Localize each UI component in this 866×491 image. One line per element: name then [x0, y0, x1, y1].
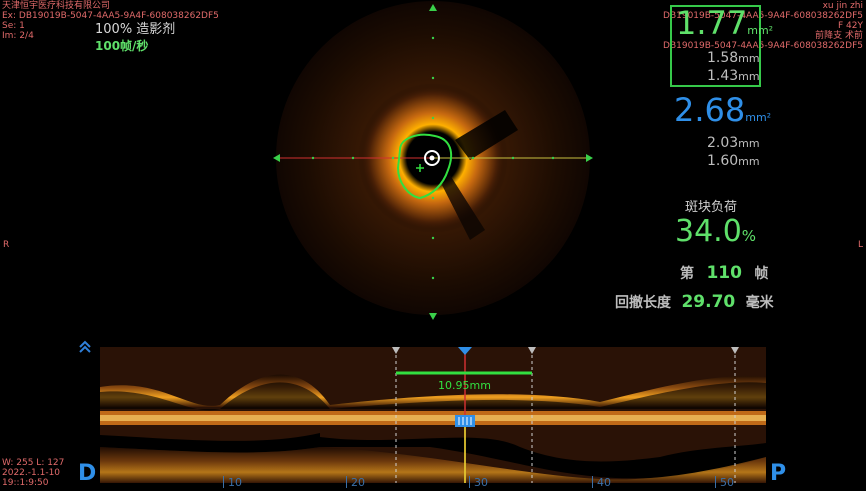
vessel-area: 2.68mm² [674, 94, 771, 126]
vessel-d1-unit: mm [738, 137, 760, 150]
scale-label-40: 40 [597, 476, 611, 489]
footer-info: W: 255 L: 127 2022.-1.1-10 19::1:9:50 [2, 458, 64, 488]
vessel-d2-value: 1.60 [707, 153, 739, 169]
pullback-length: 回撤长度 29.70 毫米 [615, 292, 774, 312]
scale-label-30: 30 [474, 476, 488, 489]
lumen-d2-unit: mm [738, 70, 760, 83]
scale-tick-50 [715, 476, 716, 488]
longitudinal-view[interactable]: 10.95mm [100, 340, 766, 490]
frame-prefix: 第 [680, 266, 694, 282]
cross-section-image[interactable] [260, 0, 610, 325]
orient-left: L [858, 240, 864, 250]
scale-tick-20 [346, 476, 347, 488]
vessel-area-unit: mm² [745, 111, 772, 124]
scale-tick-40 [592, 476, 593, 488]
plaque-burden: 34.0% [675, 216, 756, 248]
proximal-label: P [770, 461, 787, 486]
plaque-burden-value: 34.0 [675, 214, 742, 249]
pullback-value: 29.70 [681, 292, 736, 312]
catheter-center [429, 155, 435, 161]
scale-tick-30 [469, 476, 470, 488]
contrast-label: 100% 造影剂 [95, 22, 176, 37]
lumen-d1-unit: mm [738, 52, 760, 65]
frame-indicator: 第 110 帧 [680, 263, 768, 283]
scale-label-50: 50 [720, 476, 734, 489]
vessel-area-value: 2.68 [674, 91, 746, 129]
vessel-d2: 1.60mm [707, 152, 760, 171]
lumen-d2-value: 1.43 [707, 68, 739, 84]
window-level: W: 255 L: 127 [2, 458, 65, 468]
lumen-d1: 1.58mm [707, 49, 760, 68]
exam-time: 19::1:9:50 [2, 478, 49, 488]
scale-label-20: 20 [351, 476, 365, 489]
plaque-burden-label: 斑块负荷 [685, 200, 738, 215]
vessel-d1-value: 2.03 [707, 135, 739, 151]
frame-suffix: 帧 [754, 266, 769, 282]
pullback-label: 回撤长度 [615, 295, 671, 311]
plaque-burden-unit: % [741, 227, 757, 245]
frame-number: 110 [706, 263, 742, 283]
vessel-d1: 2.03mm [707, 134, 760, 153]
scale-tick-10 [223, 476, 224, 488]
scale-label-10: 10 [228, 476, 242, 489]
lumen-area-unit: mm² [747, 24, 774, 37]
catheter-core [100, 415, 766, 421]
double-chevron-up-icon[interactable] [78, 340, 92, 354]
lumen-d2: 1.43mm [707, 67, 760, 86]
pullback-unit: 毫米 [745, 295, 774, 311]
frame-rate-label: 100帧/秒 [95, 39, 149, 53]
probe-handle[interactable] [455, 415, 475, 427]
vessel-d2-unit: mm [738, 155, 760, 168]
exam-date: 2022.-1.1-10 [2, 468, 61, 478]
lumen-d1-value: 1.58 [707, 50, 739, 66]
lumen-area-value: 1.77 [676, 4, 748, 42]
distal-label: D [78, 461, 97, 486]
lumen-area: 1.77mm² [676, 7, 773, 39]
axis-handle-bottom[interactable] [429, 313, 437, 320]
distance-scale: 10 20 30 40 50 [100, 476, 766, 491]
orient-right: R [3, 240, 10, 250]
institution-name: 天津恒宇医疗科技有限公司 [2, 1, 111, 11]
measure-value: 10.95mm [438, 379, 491, 392]
